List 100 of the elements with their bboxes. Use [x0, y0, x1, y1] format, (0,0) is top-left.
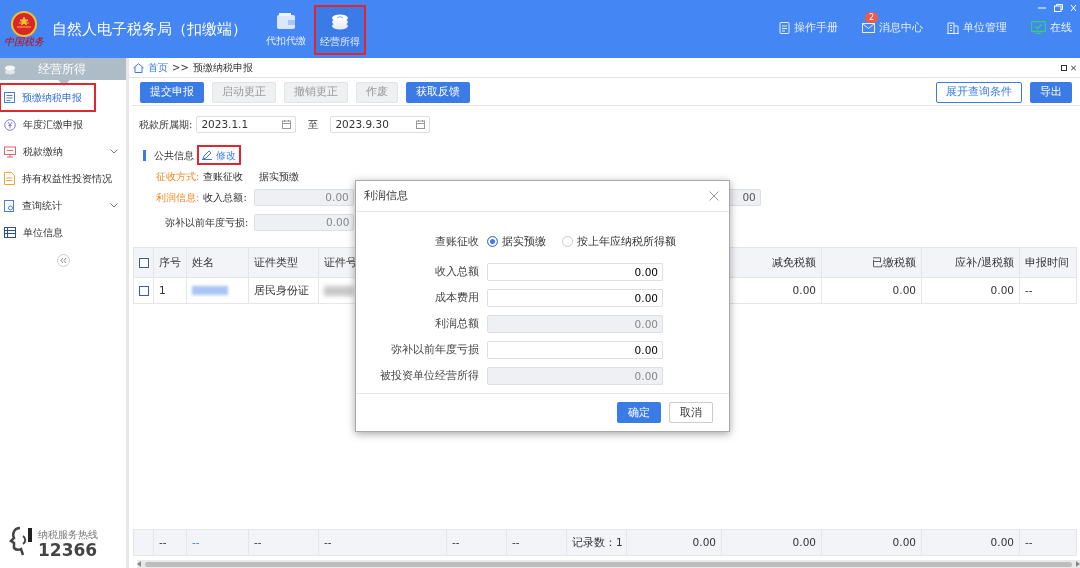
document-icon	[779, 21, 790, 34]
field-label: 弥补以前年度亏损:	[165, 216, 249, 230]
section-marker	[143, 149, 146, 161]
app-title: 自然人电子税务局（扣缴端）	[52, 18, 247, 40]
amount-field[interactable]: 0.00	[487, 288, 663, 307]
close-icon[interactable]	[709, 191, 719, 201]
header-link[interactable]: 单位管理	[947, 20, 1007, 36]
sidebar-item[interactable]: 年度汇缴申报	[0, 111, 126, 138]
field-label: 利润总额	[434, 315, 479, 331]
action-button[interactable]: 取消	[669, 402, 713, 423]
scroll-left-icon	[137, 561, 141, 567]
field-label: 成本费用	[434, 289, 479, 305]
hotline-caption: 纳税服务热线	[38, 528, 98, 542]
pencil-icon	[202, 150, 212, 160]
document-icon	[4, 172, 15, 185]
mail-icon	[862, 22, 875, 33]
form-icon	[4, 92, 15, 103]
dialog-title: 利润信息	[364, 188, 408, 204]
nav-tab[interactable]: 经营所得	[315, 6, 365, 54]
scroll-right-icon	[1076, 561, 1080, 567]
nav-tab[interactable]: 代扣代缴	[261, 6, 311, 54]
action-button[interactable]: 展开查询条件	[936, 81, 1022, 103]
date-field[interactable]: 2023.1.1	[196, 116, 297, 133]
action-button[interactable]: 提交申报	[140, 81, 204, 103]
notification-badge: 2	[865, 12, 879, 23]
action-button[interactable]: 确定	[617, 402, 661, 423]
table-cell: 1	[153, 277, 187, 304]
sidebar-item[interactable]: 预缴纳税申报	[0, 84, 95, 111]
amount-field: 0.00	[487, 366, 663, 385]
column-header: 序号	[153, 247, 187, 278]
header-link[interactable]: 操作手册	[779, 20, 838, 36]
sidebar-item[interactable]: 单位信息	[0, 219, 126, 246]
radio-option[interactable]: 按上年应纳税所得额	[562, 234, 676, 250]
header-link[interactable]: 消息中心	[862, 20, 923, 36]
table-cell: --	[1019, 277, 1077, 304]
sidebar-item[interactable]: 持有权益性投资情况	[0, 165, 126, 192]
breadcrumb-link[interactable]: 首页	[148, 60, 168, 75]
summary-cell: 记录数：1	[566, 529, 627, 556]
horizontal-scrollbar[interactable]	[137, 560, 1080, 568]
sidebar-item[interactable]: 税款缴纳	[0, 138, 126, 165]
minimize-icon[interactable]	[1038, 4, 1046, 12]
redacted-block	[324, 285, 354, 296]
table-cell: 0.00	[821, 277, 922, 304]
coins-icon	[4, 63, 16, 75]
column-header: 应补/退税额	[921, 247, 1020, 278]
action-button[interactable]: 获取反馈	[406, 81, 470, 103]
date-field[interactable]: 2023.9.30	[330, 116, 431, 133]
radio-option[interactable]: 据实预缴	[487, 234, 546, 250]
summary-cell: --	[248, 529, 319, 556]
summary-cell[interactable]: --	[186, 529, 249, 556]
field-label: 查账征收	[434, 234, 479, 249]
field-value: 据实预缴	[259, 170, 300, 184]
building-icon	[947, 21, 959, 34]
home-icon[interactable]	[133, 62, 144, 73]
summary-cell: 0.00	[821, 529, 922, 556]
summary-cell: --	[153, 529, 187, 556]
chevron-icon	[110, 149, 118, 154]
column-header: 已缴税额	[821, 247, 922, 278]
header-link[interactable]: 在线	[1031, 20, 1072, 36]
calendar-icon	[416, 120, 426, 129]
breadcrumb-current: 预缴纳税申报	[192, 61, 253, 75]
close-icon[interactable]	[1071, 64, 1076, 71]
summary-cell: --	[1019, 529, 1077, 556]
field-label: 税款所属期:	[139, 118, 193, 132]
list-icon	[4, 227, 16, 238]
sidebar-title: 经营所得	[38, 61, 86, 78]
yen-icon	[4, 118, 16, 131]
wallet-icon	[276, 11, 296, 30]
collapse-icon[interactable]	[56, 254, 70, 267]
sidebar-item[interactable]: 查询统计	[0, 192, 126, 219]
summary-cell: 0.00	[721, 529, 822, 556]
summary-cell: 0.00	[921, 529, 1020, 556]
field-value: 查账征收	[203, 170, 244, 184]
logo-text: 中国税务	[4, 37, 44, 47]
hotline-number: 12366	[38, 542, 98, 559]
column-header: 申报时间	[1019, 247, 1077, 278]
document-search-icon	[4, 199, 15, 212]
checkbox[interactable]	[139, 257, 149, 268]
monitor-icon	[4, 145, 16, 158]
maximize-icon[interactable]	[1061, 64, 1067, 71]
table-cell: 居民身份证	[248, 277, 319, 304]
edit-link[interactable]: 修改	[198, 146, 240, 164]
amount-field[interactable]: 0.00	[487, 340, 663, 359]
summary-cell: --	[446, 529, 507, 556]
amount-field[interactable]: 0.00	[487, 262, 663, 281]
action-button[interactable]: 导出	[1030, 81, 1072, 103]
field-label: 征收方式:	[156, 170, 200, 184]
checkbox[interactable]	[139, 285, 149, 296]
amount-field: 0.00	[254, 214, 355, 231]
redacted-block	[192, 286, 228, 295]
chevron-icon	[110, 203, 118, 208]
field-label: 利润信息:	[156, 191, 200, 205]
amount-field: 0.00	[253, 189, 354, 206]
table-cell: 0.00	[921, 277, 1020, 304]
section-title: 公共信息	[154, 148, 194, 163]
restore-icon[interactable]	[1054, 4, 1063, 12]
summary-cell: --	[506, 529, 567, 556]
summary-cell: 0.00	[626, 529, 722, 556]
breadcrumb-separator: >>	[172, 61, 189, 75]
field-label: 弥补以前年度亏损	[390, 341, 479, 357]
